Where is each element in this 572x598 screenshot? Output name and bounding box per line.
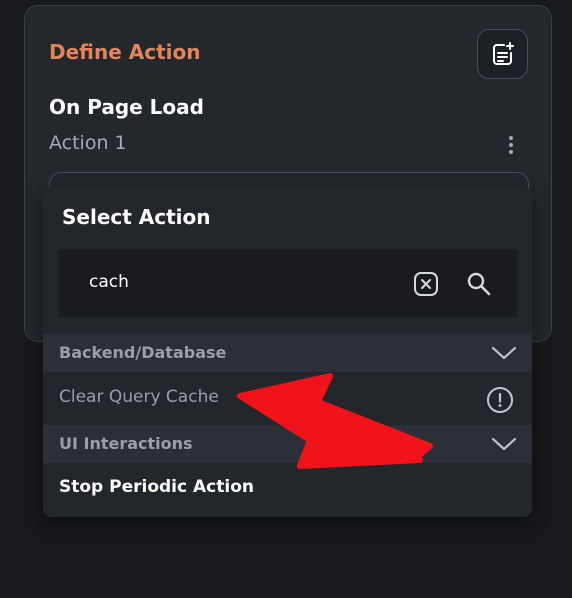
- search-button[interactable]: [465, 270, 493, 298]
- action-item-label: Stop Periodic Action: [59, 477, 254, 497]
- panel-title: Define Action: [49, 40, 201, 64]
- chevron-down-icon[interactable]: [491, 342, 517, 364]
- add-document-icon: [492, 42, 514, 65]
- clear-search-button[interactable]: [413, 271, 439, 297]
- search-input[interactable]: [89, 269, 389, 295]
- info-circle-icon[interactable]: [486, 386, 514, 414]
- more-vertical-icon: [509, 136, 513, 140]
- action-item-stop-periodic-action[interactable]: Stop Periodic Action: [43, 463, 532, 515]
- search-icon: [467, 272, 491, 296]
- action-item-clear-query-cache[interactable]: Clear Query Cache: [43, 373, 532, 425]
- chevron-down-icon[interactable]: [491, 433, 517, 455]
- search-box: [59, 249, 517, 317]
- category-label: UI Interactions: [59, 434, 193, 453]
- clear-input-icon: [414, 272, 438, 296]
- category-ui-interactions[interactable]: UI Interactions: [43, 425, 532, 463]
- action-name[interactable]: Action 1: [49, 132, 127, 154]
- more-options-button[interactable]: [501, 132, 521, 158]
- category-label: Backend/Database: [59, 343, 227, 362]
- category-backend-database[interactable]: Backend/Database: [43, 334, 532, 372]
- trigger-title: On Page Load: [49, 95, 204, 119]
- select-action-dropdown: Select Action Backend/Database Clear Que…: [43, 187, 532, 517]
- dropdown-title: Select Action: [62, 205, 211, 229]
- add-action-button[interactable]: [477, 29, 528, 79]
- action-item-label: Clear Query Cache: [59, 387, 219, 407]
